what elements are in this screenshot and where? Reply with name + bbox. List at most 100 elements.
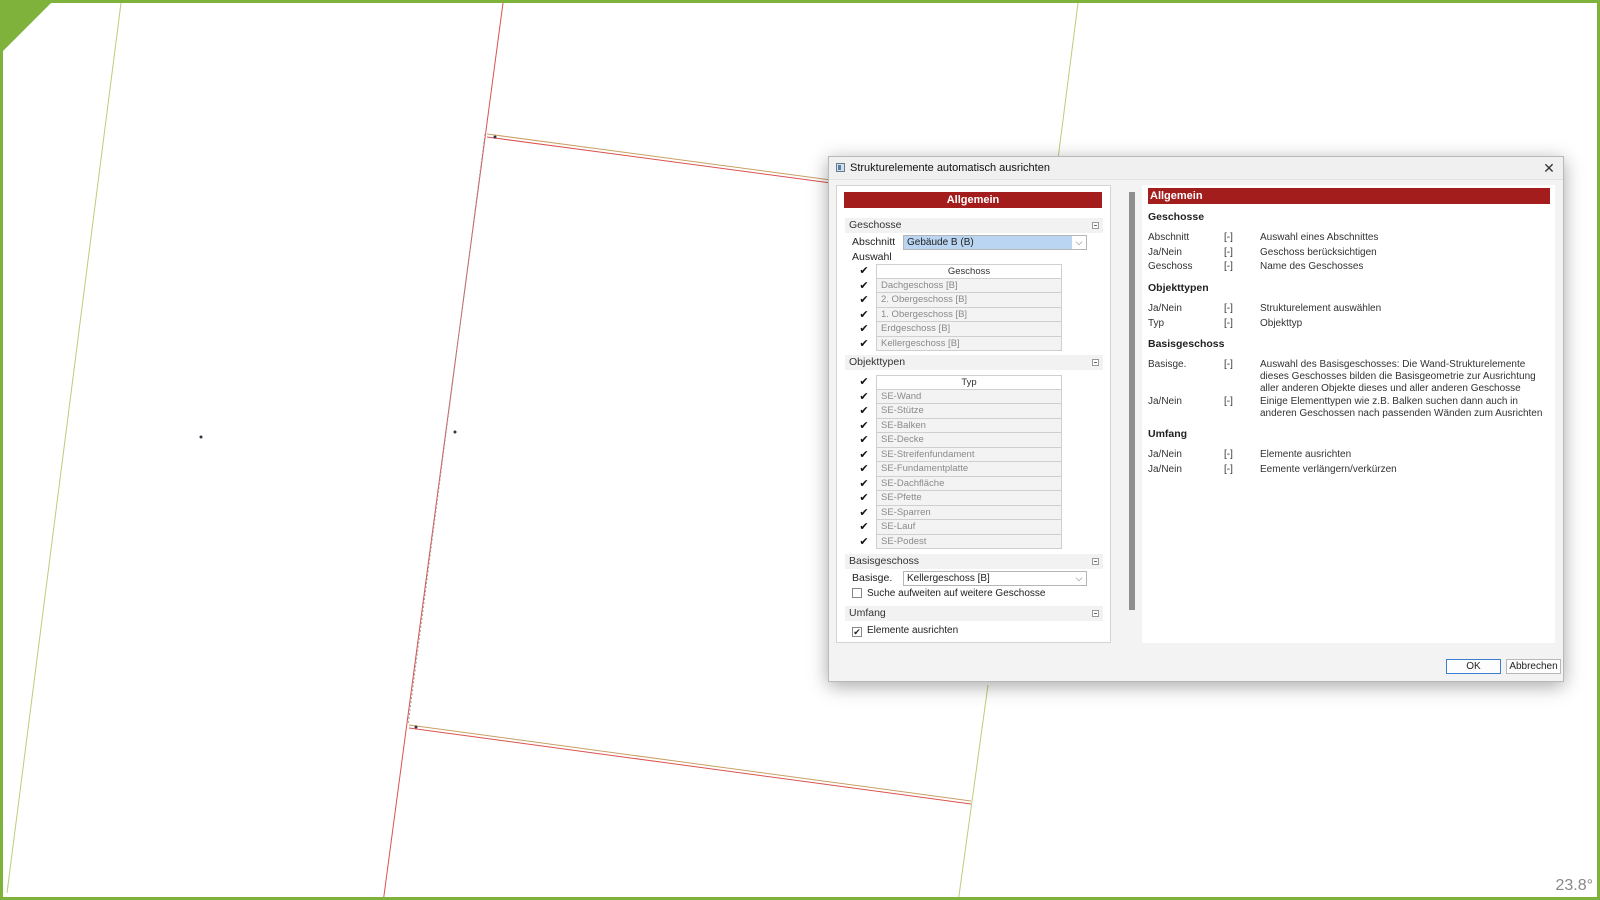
row-checkbox[interactable]: ✔ bbox=[852, 448, 876, 463]
row-checkbox[interactable]: ✔ bbox=[852, 322, 876, 337]
help-description: Name des Geschosses bbox=[1260, 261, 1364, 272]
wall-line bbox=[486, 133, 832, 181]
select-all-checkbox[interactable]: ✔ bbox=[852, 375, 876, 390]
table-row[interactable]: ✔ SE-Sparren bbox=[852, 505, 1072, 521]
help-key: Typ bbox=[1148, 318, 1165, 329]
abschnitt-value: Gebäude B (B) bbox=[907, 237, 974, 248]
row-label: 2. Obergeschoss [B] bbox=[876, 293, 1062, 308]
table-row[interactable]: ✔ Kellergeschoss [B] bbox=[852, 336, 1072, 352]
table-row[interactable]: ✔ Dachgeschoss [B] bbox=[852, 278, 1072, 294]
section-basisgeschoss[interactable]: Basisgeschoss bbox=[845, 554, 1103, 569]
table-row[interactable]: ✔ SE-Dachfläche bbox=[852, 476, 1072, 492]
extend-search-label: Suche aufweiten auf weitere Geschosse bbox=[867, 588, 1046, 599]
row-label: Dachgeschoss [B] bbox=[876, 278, 1062, 293]
row-checkbox[interactable]: ✔ bbox=[852, 520, 876, 535]
align-structure-elements-dialog: Strukturelemente automatisch ausrichten … bbox=[828, 156, 1564, 682]
row-label: SE-Decke bbox=[876, 433, 1062, 448]
table-row[interactable]: ✔ SE-Podest bbox=[852, 534, 1072, 550]
settings-header: Allgemein bbox=[844, 192, 1102, 208]
table-row[interactable]: ✔ SE-Fundamentplatte bbox=[852, 462, 1072, 477]
app-window-icon bbox=[836, 163, 845, 172]
table-row[interactable]: ✔ SE-Decke bbox=[852, 433, 1072, 448]
align-elements-checkbox[interactable]: ✔ bbox=[852, 627, 862, 637]
align-elements-label: Elemente ausrichten bbox=[867, 625, 959, 636]
help-description: Auswahl eines Abschnittes bbox=[1260, 232, 1379, 243]
abschnitt-select[interactable]: Gebäude B (B) ⌵ bbox=[903, 235, 1087, 250]
wall-line bbox=[486, 136, 832, 184]
row-label: Kellergeschoss [B] bbox=[876, 336, 1062, 351]
table-row[interactable]: ✔ SE-Streifenfundament bbox=[852, 447, 1072, 463]
row-checkbox[interactable]: ✔ bbox=[852, 293, 876, 308]
help-description: Elemente ausrichten bbox=[1260, 449, 1352, 460]
table-header-row: ✔ Typ bbox=[852, 375, 1072, 390]
chevron-down-icon[interactable]: ⌵ bbox=[1072, 236, 1086, 249]
table-row[interactable]: ✔ 2. Obergeschoss [B] bbox=[852, 293, 1072, 308]
row-checkbox[interactable]: ✔ bbox=[852, 462, 876, 477]
help-description: Eemente verlängern/verkürzen bbox=[1260, 464, 1397, 475]
collapse-icon[interactable] bbox=[1092, 610, 1099, 617]
wall-line bbox=[408, 724, 972, 802]
row-checkbox[interactable]: ✔ bbox=[852, 477, 876, 492]
cancel-button[interactable]: Abbrechen bbox=[1506, 659, 1561, 674]
dialog-titlebar[interactable]: Strukturelemente automatisch ausrichten … bbox=[829, 157, 1563, 180]
section-objekttypen[interactable]: Objekttypen bbox=[845, 355, 1103, 370]
row-checkbox[interactable]: ✔ bbox=[852, 390, 876, 405]
row-label: SE-Dachfläche bbox=[876, 476, 1062, 491]
row-checkbox[interactable]: ✔ bbox=[852, 535, 876, 550]
scroll-thumb[interactable] bbox=[1129, 192, 1135, 610]
row-label: 1. Obergeschoss [B] bbox=[876, 307, 1062, 322]
section-geschosse[interactable]: Geschosse bbox=[845, 218, 1103, 233]
table-row[interactable]: ✔ Erdgeschoss [B] bbox=[852, 322, 1072, 337]
help-description: Strukturelement auswählen bbox=[1260, 303, 1382, 314]
row-checkbox[interactable]: ✔ bbox=[852, 279, 876, 294]
section-title: Objekttypen bbox=[849, 356, 906, 368]
help-unit: [-] bbox=[1224, 396, 1233, 407]
row-label: SE-Stütze bbox=[876, 404, 1062, 419]
panel-scrollbar[interactable] bbox=[1129, 192, 1135, 610]
table-row[interactable]: ✔ 1. Obergeschoss [B] bbox=[852, 307, 1072, 323]
row-label: SE-Wand bbox=[876, 389, 1062, 404]
extend-search-option[interactable]: Suche aufweiten auf weitere Geschosse bbox=[852, 588, 1045, 599]
row-label: SE-Streifenfundament bbox=[876, 447, 1062, 462]
select-all-checkbox[interactable]: ✔ bbox=[852, 264, 876, 279]
row-label: SE-Lauf bbox=[876, 520, 1062, 535]
align-elements-option[interactable]: ✔ Elemente ausrichten bbox=[852, 625, 958, 637]
chevron-down-icon[interactable]: ⌵ bbox=[1072, 572, 1086, 585]
row-checkbox[interactable]: ✔ bbox=[852, 433, 876, 448]
help-unit: [-] bbox=[1224, 449, 1233, 460]
dialog-title: Strukturelemente automatisch ausrichten bbox=[850, 162, 1050, 174]
auswahl-label: Auswahl bbox=[852, 251, 892, 263]
collapse-icon[interactable] bbox=[1092, 222, 1099, 229]
help-key: Ja/Nein bbox=[1148, 464, 1182, 475]
section-title: Geschosse bbox=[849, 219, 902, 231]
row-checkbox[interactable]: ✔ bbox=[852, 337, 876, 352]
help-unit: [-] bbox=[1224, 318, 1233, 329]
help-unit: [-] bbox=[1224, 247, 1233, 258]
ok-button[interactable]: OK bbox=[1446, 659, 1501, 674]
help-description: Einige Elementtypen wie z.B. Balken such… bbox=[1260, 396, 1543, 419]
close-icon[interactable]: ✕ bbox=[1539, 159, 1559, 177]
row-checkbox[interactable]: ✔ bbox=[852, 404, 876, 419]
table-row[interactable]: ✔ SE-Lauf bbox=[852, 520, 1072, 535]
help-unit: [-] bbox=[1224, 232, 1233, 243]
row-checkbox[interactable]: ✔ bbox=[852, 419, 876, 434]
extend-search-checkbox[interactable] bbox=[852, 588, 862, 598]
row-checkbox[interactable]: ✔ bbox=[852, 506, 876, 521]
collapse-icon[interactable] bbox=[1092, 558, 1099, 565]
help-header: Allgemein bbox=[1148, 188, 1550, 204]
table-row[interactable]: ✔ SE-Wand bbox=[852, 389, 1072, 405]
table-row[interactable]: ✔ SE-Balken bbox=[852, 418, 1072, 434]
row-checkbox[interactable]: ✔ bbox=[852, 491, 876, 506]
help-description: Objekttyp bbox=[1260, 318, 1303, 329]
collapse-icon[interactable] bbox=[1092, 359, 1099, 366]
point-marker bbox=[493, 135, 497, 139]
basisgeschoss-select[interactable]: Kellergeschoss [B] ⌵ bbox=[903, 571, 1087, 586]
table-row[interactable]: ✔ SE-Stütze bbox=[852, 404, 1072, 419]
grid-line bbox=[1057, 3, 1079, 160]
point-marker bbox=[414, 725, 418, 729]
row-label: SE-Pfette bbox=[876, 491, 1062, 506]
row-checkbox[interactable]: ✔ bbox=[852, 308, 876, 323]
section-umfang[interactable]: Umfang bbox=[845, 606, 1103, 621]
help-key: Geschoss bbox=[1148, 261, 1193, 272]
table-row[interactable]: ✔ SE-Pfette bbox=[852, 491, 1072, 506]
